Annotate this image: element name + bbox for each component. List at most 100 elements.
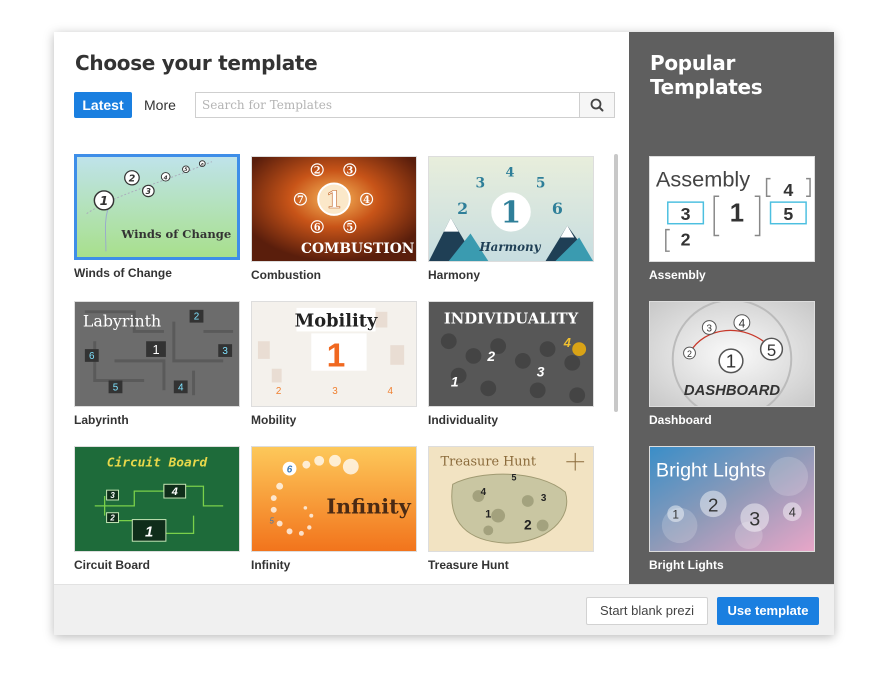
svg-text:6: 6	[552, 199, 563, 218]
svg-text:Winds of Change: Winds of Change	[120, 227, 231, 241]
svg-text:3: 3	[332, 386, 338, 397]
treasure-hunt-art: Treasure Hunt 1 2 3 4 5	[429, 447, 593, 551]
winds-of-change-art: 1 2 3 4 5 6 Winds of Change	[77, 157, 237, 257]
svg-text:4: 4	[739, 317, 746, 331]
svg-text:5: 5	[536, 175, 546, 191]
search-input[interactable]	[202, 96, 572, 114]
svg-text:7: 7	[297, 195, 304, 206]
svg-text:1: 1	[100, 193, 109, 208]
svg-text:5: 5	[113, 382, 119, 393]
svg-text:4: 4	[783, 180, 793, 200]
use-template-button[interactable]: Use template	[717, 597, 819, 625]
svg-text:3: 3	[146, 187, 151, 196]
infinity-art: 6 5 Infinity	[252, 447, 416, 551]
template-list-scrollbar[interactable]	[614, 154, 618, 412]
template-name: Assembly	[649, 268, 706, 282]
svg-text:3: 3	[222, 346, 228, 357]
template-name: Circuit Board	[74, 558, 151, 572]
template-card-individuality[interactable]: INDIVIDUALITY 1 2 3 4 Individuality	[428, 301, 594, 427]
svg-text:1: 1	[327, 338, 346, 375]
template-card-infinity[interactable]: 6 5 Infinity Infinity	[251, 446, 417, 572]
svg-text:2: 2	[687, 349, 692, 359]
svg-text:4: 4	[506, 166, 515, 181]
labyrinth-art: Labyrinth 1 2 3 4 5 6	[75, 302, 239, 406]
template-name: Bright Lights	[649, 558, 724, 572]
template-card-mobility[interactable]: Mobility 1 2 3 4 Mobility	[251, 301, 417, 427]
svg-text:3: 3	[110, 491, 115, 500]
svg-text:5: 5	[346, 223, 353, 234]
template-dialog: Choose your template Latest More Search …	[54, 32, 834, 635]
harmony-art: 1 2 3 4 5 6 Harmony	[429, 157, 593, 261]
svg-text:1: 1	[145, 524, 153, 540]
svg-text:4: 4	[164, 176, 168, 182]
svg-text:2: 2	[708, 495, 718, 516]
svg-text:Harmony: Harmony	[479, 240, 542, 254]
popular-templates-panel: Popular Templates Assembly 1 2 3 4 5 Ass…	[629, 32, 834, 584]
assembly-art: Assembly 1 2 3 4 5	[650, 157, 814, 261]
thumbnail-winds-of-change: 1 2 3 4 5 6 Winds of Change	[74, 154, 240, 260]
svg-text:1: 1	[501, 195, 522, 230]
svg-text:2: 2	[457, 199, 468, 218]
template-name: Winds of Change	[74, 266, 172, 280]
svg-text:Bright Lights: Bright Lights	[656, 459, 766, 481]
individuality-art: INDIVIDUALITY 1 2 3 4	[429, 302, 593, 406]
svg-text:Treasure Hunt: Treasure Hunt	[441, 455, 537, 470]
template-name: Harmony	[428, 268, 481, 282]
svg-text:Mobility: Mobility	[295, 311, 378, 332]
svg-text:4: 4	[171, 486, 178, 498]
template-card-labyrinth[interactable]: Labyrinth 1 2 3 4 5 6 Labyrinth	[74, 301, 240, 427]
template-card-harmony[interactable]: 1 2 3 4 5 6 Harmony Harmony	[428, 156, 594, 282]
start-blank-prezi-button[interactable]: Start blank prezi	[586, 597, 708, 625]
thumbnail-individuality: INDIVIDUALITY 1 2 3 4	[428, 301, 594, 407]
svg-text:5: 5	[511, 472, 516, 482]
search-box	[195, 92, 615, 118]
svg-text:2: 2	[314, 166, 321, 177]
svg-text:6: 6	[314, 223, 321, 234]
svg-text:Assembly: Assembly	[656, 167, 750, 192]
svg-text:4: 4	[789, 505, 796, 520]
search-button[interactable]	[579, 93, 614, 117]
template-card-assembly[interactable]: Assembly 1 2 3 4 5 Assembly	[649, 156, 815, 282]
svg-text:1: 1	[726, 351, 736, 372]
svg-text:5: 5	[783, 204, 793, 224]
thumbnail-circuit-board: Circuit Board 1 2 3 4	[74, 446, 240, 552]
thumbnail-assembly: Assembly 1 2 3 4 5	[649, 156, 815, 262]
svg-text:1: 1	[152, 342, 159, 357]
svg-text:DASHBOARD: DASHBOARD	[684, 383, 781, 399]
thumbnail-labyrinth: Labyrinth 1 2 3 4 5 6	[74, 301, 240, 407]
svg-text:4: 4	[363, 195, 370, 206]
template-card-circuit-board[interactable]: Circuit Board 1 2 3 4 Circuit Board	[74, 446, 240, 572]
template-card-bright-lights[interactable]: Bright Lights 3 2 1 4 Bright Lights	[649, 446, 815, 572]
svg-text:6: 6	[89, 351, 95, 362]
svg-text:2: 2	[486, 349, 495, 364]
svg-text:3: 3	[749, 509, 760, 531]
svg-text:2: 2	[194, 312, 199, 323]
svg-text:4: 4	[388, 386, 394, 397]
thumbnail-infinity: 6 5 Infinity	[251, 446, 417, 552]
svg-text:COMBUSTION: COMBUSTION	[301, 241, 415, 257]
svg-text:2: 2	[681, 229, 691, 249]
svg-text:1: 1	[672, 508, 679, 522]
svg-text:4: 4	[481, 487, 487, 498]
template-name: Combustion	[251, 268, 321, 282]
dashboard-art: 1 2 3 4 5 DASHBOARD	[650, 302, 814, 406]
svg-text:4: 4	[563, 335, 571, 350]
tab-latest[interactable]: Latest	[74, 92, 132, 118]
template-card-combustion[interactable]: 1 2 3 4 5 6 7 COMBUSTION Combustion	[251, 156, 417, 282]
popular-templates-title: Popular Templates	[650, 51, 763, 99]
svg-text:3: 3	[541, 493, 547, 504]
svg-text:4: 4	[178, 382, 184, 393]
template-card-treasure-hunt[interactable]: Treasure Hunt 1 2 3 4 5 Treasure Hunt	[428, 446, 594, 572]
circuit-board-art: Circuit Board 1 2 3 4	[75, 447, 239, 551]
svg-text:1: 1	[451, 374, 459, 389]
template-card-dashboard[interactable]: 1 2 3 4 5 DASHBOARD Dashboard	[649, 301, 815, 427]
template-name: Treasure Hunt	[428, 558, 509, 572]
tab-more[interactable]: More	[144, 92, 176, 118]
mobility-art: Mobility 1 2 3 4	[252, 302, 416, 406]
bright-lights-art: Bright Lights 3 2 1 4	[650, 447, 814, 551]
svg-text:Infinity: Infinity	[326, 495, 411, 519]
template-card-winds-of-change[interactable]: 1 2 3 4 5 6 Winds of Change Winds of Cha…	[74, 154, 240, 280]
svg-text:2: 2	[129, 174, 136, 185]
svg-text:1: 1	[730, 200, 744, 228]
svg-text:Circuit Board: Circuit Board	[107, 456, 208, 471]
